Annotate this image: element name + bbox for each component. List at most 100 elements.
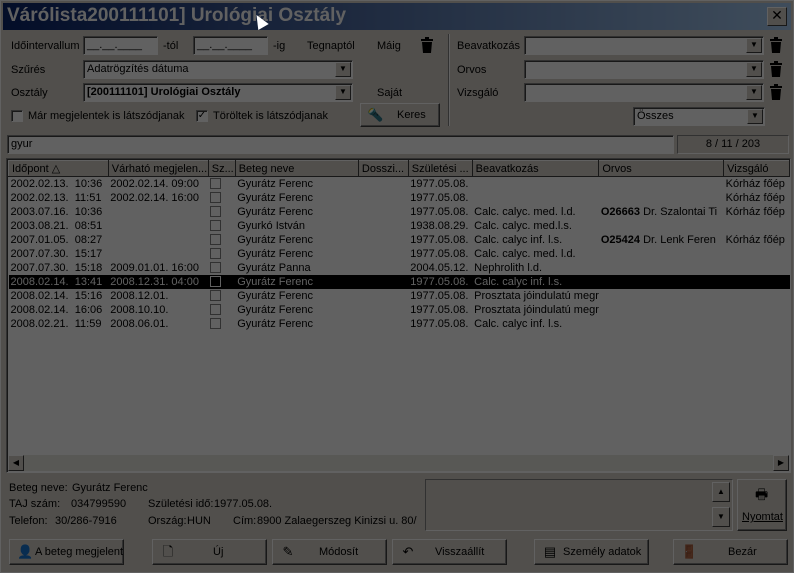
date-cell: 2008.02.14. 15:16 — [9, 289, 109, 303]
row-checkbox[interactable] — [210, 206, 222, 218]
row-checkbox[interactable] — [210, 290, 222, 302]
chevron-down-icon[interactable]: ▼ — [335, 62, 351, 77]
waiting-list-grid[interactable]: Időpont △ Várható megjelen... Sz... Beteg n… — [6, 158, 791, 473]
column-header[interactable]: Beteg neve — [234, 160, 359, 177]
column-header[interactable]: Vizsgáló — [723, 160, 790, 177]
horizontal-scrollbar[interactable]: ◀ ▶ — [8, 455, 789, 471]
person-data-button[interactable]: ▤ Személy adatok — [534, 539, 649, 565]
cell-text: 2002.02.14. 09:00 — [110, 177, 199, 190]
name-cell: Gyurátz Ferenc — [235, 317, 358, 331]
cell-text: 2008.02.21. — [10, 317, 69, 330]
table-row[interactable]: 2007.01.05. 08:27 Gyurátz Ferenc 1977.05.0… — [9, 233, 790, 247]
date-to-field[interactable]: __.__.____ — [193, 36, 268, 55]
cell-text: 1977.05.08. — [410, 275, 469, 288]
column-header[interactable]: Sz... — [207, 160, 236, 177]
table-row[interactable]: 2007.07.30. 15:18 2009.01.01. 16:00 Gyurát… — [9, 261, 790, 275]
table-row[interactable]: 2003.07.16. 10:36 Gyurátz Ferenc 1977.05.0… — [9, 205, 790, 219]
status-select[interactable]: Összes ▼ — [633, 107, 765, 126]
procedure-select[interactable]: ▼ — [524, 36, 764, 55]
row-checkbox[interactable] — [210, 248, 222, 260]
deleted-checkbox[interactable]: ✓ — [196, 110, 208, 122]
row-checkbox[interactable] — [210, 178, 222, 190]
table-row[interactable]: 2007.07.30. 15:17 Gyurátz Ferenc 1977.05.0… — [9, 247, 790, 261]
column-header[interactable]: Dosszi... — [357, 160, 409, 177]
cell-text: 1977.05.08. — [410, 205, 469, 218]
filter-select[interactable]: Adatrögzítés dátuma ▼ — [83, 60, 353, 79]
search-button-label: Keres — [397, 109, 426, 121]
address-value: 8900 Zalaegerszeg Kinizsi u. 80/ — [257, 515, 417, 527]
cell-text: Prosztata jóindulatú megr — [474, 289, 599, 302]
table-row[interactable]: 2008.02.14. 13:41 2008.12.31. 04:00 Gyurát… — [8, 274, 790, 289]
table-row[interactable]: 2008.02.21. 11:59 2008.06.01. Gyurátz Fere… — [9, 317, 790, 331]
row-checkbox[interactable] — [210, 220, 222, 232]
memo-scroll-up-icon[interactable]: ▲ — [712, 482, 730, 502]
print-button[interactable]: 🖶 Nyomtat — [737, 479, 787, 531]
title-bar[interactable]: Várólista200111101] Urológiai Osztály ✕ — [3, 3, 791, 30]
table-row[interactable]: 2003.08.21. 08:51 Gyurkó István 1938.08.29… — [9, 219, 790, 233]
row-checkbox[interactable] — [210, 192, 222, 204]
restore-button[interactable]: ↶ Visszaállít — [392, 539, 507, 565]
clear-dates-trash-icon[interactable] — [420, 37, 434, 53]
chevron-down-icon[interactable]: ▼ — [746, 85, 762, 100]
status-cell — [208, 289, 235, 303]
since-yesterday-link[interactable]: Tegnaptól — [307, 40, 355, 52]
memo-scroll-down-icon[interactable]: ▼ — [712, 507, 730, 527]
row-checkbox[interactable] — [210, 318, 222, 330]
table-row[interactable]: 2008.02.14. 16:06 2008.10.10. Gyurátz Fere… — [9, 303, 790, 317]
date-cell: 2008.02.14. 13:41 — [8, 274, 109, 289]
appeared-checkbox[interactable] — [11, 110, 23, 122]
chevron-down-icon[interactable]: ▼ — [747, 109, 763, 124]
grid-header-row: Időpont △ Várható megjelen... Sz... Beteg n… — [8, 160, 790, 177]
procedure-cell: Calc. calyc. med.l.s. — [472, 219, 599, 233]
cell-text: Gyurátz Ferenc — [237, 289, 313, 302]
row-checkbox[interactable] — [210, 276, 222, 288]
cell-text: 2007.01.05. — [10, 233, 69, 246]
column-header[interactable]: Várható megjelen... — [107, 160, 209, 177]
note-memo[interactable] — [425, 479, 733, 531]
row-checkbox[interactable] — [210, 262, 222, 274]
quick-search-input[interactable]: gyur — [7, 135, 674, 154]
dossier-cell — [358, 274, 409, 289]
until-today-link[interactable]: Máig — [377, 40, 401, 52]
window-title: Várólista200111101] Urológiai Osztály — [7, 5, 347, 26]
department-select[interactable]: [200111101] Urológiai Osztály ▼ — [83, 83, 353, 102]
column-header[interactable]: Beavatkozás — [471, 160, 600, 177]
phone-value: 30/286-7916 — [55, 515, 117, 527]
new-button[interactable]: 🗋 Új — [152, 539, 267, 565]
column-header[interactable]: Orvos — [598, 160, 725, 177]
chevron-down-icon[interactable]: ▼ — [746, 62, 762, 77]
examiner-select[interactable]: ▼ — [524, 83, 764, 102]
close-button[interactable]: 🚪 Bezár — [673, 539, 788, 565]
dossier-cell — [358, 261, 408, 275]
modify-button[interactable]: ✎ Módosít — [272, 539, 387, 565]
scroll-left-icon[interactable]: ◀ — [8, 455, 24, 471]
chevron-down-icon[interactable]: ▼ — [746, 38, 762, 53]
column-header[interactable]: Születési ... — [407, 160, 473, 177]
expected-cell: 2009.01.01. 16:00 — [108, 261, 208, 275]
doctor-cell: O26663 Dr. Szalontai Ti — [599, 205, 724, 219]
clear-examiner-trash-icon[interactable] — [769, 84, 783, 100]
expected-cell — [108, 233, 208, 247]
person-card-icon: ▤ — [543, 544, 557, 559]
search-button[interactable]: 🔦 Keres — [360, 103, 440, 127]
clear-doctor-trash-icon[interactable] — [769, 61, 783, 77]
patient-appeared-button[interactable]: 👤 A beteg megjelent — [9, 539, 124, 565]
table-row[interactable]: 2008.02.14. 15:16 2008.12.01. Gyurátz Fere… — [9, 289, 790, 303]
date-from-field[interactable]: __.__.____ — [83, 36, 158, 55]
table-row[interactable]: 2002.02.13. 10:36 2002.02.14. 09:00 Gyurát… — [9, 177, 790, 191]
column-header[interactable]: Időpont △ — [8, 160, 109, 177]
cell-text: Calc. calyc. med.l.s. — [474, 219, 572, 232]
clear-procedure-trash-icon[interactable] — [769, 37, 783, 53]
row-checkbox[interactable] — [210, 304, 222, 316]
chevron-down-icon[interactable]: ▼ — [335, 85, 351, 100]
birth-cell: 1977.05.08. — [408, 177, 472, 191]
doctor-select[interactable]: ▼ — [524, 60, 764, 79]
procedure-cell: Calc. calyc inf. l.s. — [472, 233, 599, 247]
own-label[interactable]: Saját — [377, 87, 402, 99]
cell-text: 15:16 — [74, 289, 103, 302]
scroll-right-icon[interactable]: ▶ — [773, 455, 789, 471]
doctor-cell — [599, 191, 724, 205]
table-row[interactable]: 2002.02.13. 11:51 2002.02.14. 16:00 Gyurát… — [9, 191, 790, 205]
row-checkbox[interactable] — [210, 234, 222, 246]
close-window-button[interactable]: ✕ — [767, 7, 787, 26]
